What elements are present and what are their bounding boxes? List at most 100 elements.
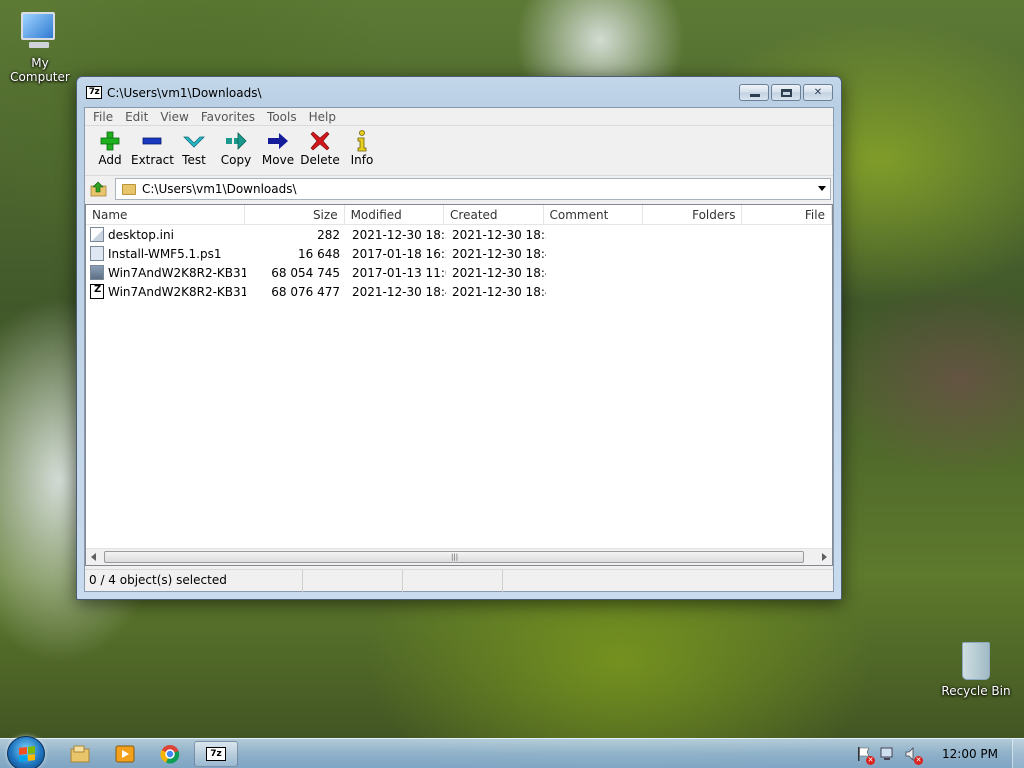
- close-icon: ✕: [813, 87, 823, 98]
- column-header-created[interactable]: Created: [444, 205, 544, 225]
- start-button[interactable]: [7, 736, 45, 768]
- flag-warning-icon[interactable]: ✕: [856, 746, 875, 765]
- media-player-icon: [115, 745, 135, 763]
- table-row[interactable]: desktop.ini 282 2021-12-30 18:34 2021-12…: [86, 225, 832, 244]
- minimize-button[interactable]: [739, 84, 769, 101]
- table-row[interactable]: Install-WMF5.1.ps1 16 648 2017-01-18 16:…: [86, 244, 832, 263]
- taskbar-chrome[interactable]: [148, 741, 192, 767]
- horizontal-scrollbar[interactable]: |||: [86, 548, 832, 565]
- address-input[interactable]: C:\Users\vm1\Downloads\: [115, 178, 831, 200]
- column-header-modified[interactable]: Modified: [345, 205, 445, 225]
- add-label: Add: [98, 153, 122, 167]
- file-size: 282: [317, 227, 340, 242]
- menu-favorites[interactable]: Favorites: [195, 108, 261, 125]
- menu-tools[interactable]: Tools: [261, 108, 303, 125]
- copy-button[interactable]: Copy: [215, 129, 257, 175]
- x-icon: [299, 129, 341, 153]
- list-header: Name Size Modified Created Comment Folde…: [86, 205, 832, 225]
- msu-file-icon: [90, 265, 104, 280]
- test-label: Test: [182, 153, 206, 167]
- file-created: 2021-12-30 18:40: [452, 265, 546, 280]
- recycle-bin-icon: [958, 636, 994, 682]
- scroll-left-icon[interactable]: [91, 553, 96, 561]
- taskbar-media-player[interactable]: [103, 741, 147, 767]
- 7z-archive-icon: [90, 284, 104, 299]
- info-button[interactable]: Info: [341, 129, 383, 175]
- window-client: File Edit View Favorites Tools Help Add …: [84, 107, 834, 592]
- file-created: 2021-12-30 18:40: [452, 284, 546, 299]
- column-header-size[interactable]: Size: [245, 205, 345, 225]
- taskbar: 7z ✕ ✕ 12:00 PM: [0, 736, 1024, 768]
- menu-help[interactable]: Help: [303, 108, 342, 125]
- selection-status: 0 / 4 object(s) selected: [85, 570, 303, 592]
- network-warning-icon[interactable]: [880, 746, 896, 762]
- dropdown-arrow-icon[interactable]: [818, 186, 826, 191]
- status-cell: [303, 570, 403, 592]
- script-file-icon: [90, 246, 104, 261]
- up-folder-icon: [90, 181, 107, 197]
- delete-button[interactable]: Delete: [299, 129, 341, 175]
- file-modified: 2021-12-30 18:40: [352, 284, 446, 299]
- desktop-icon-recycle-bin[interactable]: Recycle Bin: [936, 636, 1016, 698]
- column-header-comment[interactable]: Comment: [544, 205, 643, 225]
- double-arrow-right-icon: [215, 129, 257, 153]
- volume-muted-icon[interactable]: ✕: [904, 746, 923, 765]
- 7zip-icon: 7z: [206, 747, 226, 761]
- menu-edit[interactable]: Edit: [119, 108, 154, 125]
- scroll-right-icon[interactable]: [822, 553, 827, 561]
- address-path: C:\Users\vm1\Downloads\: [142, 182, 297, 196]
- taskbar-7zip[interactable]: 7z: [194, 741, 238, 767]
- explorer-icon: [70, 745, 90, 763]
- computer-icon: [17, 8, 63, 54]
- file-manager-window: 7z C:\Users\vm1\Downloads\ ✕ File Edit V…: [76, 76, 842, 600]
- delete-label: Delete: [300, 153, 340, 167]
- test-button[interactable]: Test: [173, 129, 215, 175]
- show-desktop-button[interactable]: [1012, 739, 1024, 768]
- move-label: Move: [261, 153, 295, 167]
- taskbar-explorer[interactable]: [58, 741, 102, 767]
- file-modified: 2017-01-13 11:07: [352, 265, 446, 280]
- file-created: 2021-12-30 18:40: [452, 246, 546, 261]
- info-icon: [341, 129, 383, 153]
- title-bar[interactable]: 7z C:\Users\vm1\Downloads\ ✕: [77, 77, 841, 107]
- info-label: Info: [350, 153, 374, 167]
- up-folder-button[interactable]: [87, 178, 111, 200]
- ini-file-icon: [90, 227, 104, 242]
- menu-view[interactable]: View: [154, 108, 194, 125]
- add-button[interactable]: Add: [89, 129, 131, 175]
- minus-icon: [131, 129, 173, 153]
- minimize-icon: [750, 94, 760, 97]
- file-modified: 2017-01-18 16:25: [352, 246, 446, 261]
- maximize-button[interactable]: [771, 84, 801, 101]
- clock[interactable]: 12:00 PM: [942, 747, 998, 761]
- system-tray: ✕ ✕ 12:00 PM: [856, 739, 1024, 768]
- file-name: Win7AndW2K8R2-KB31...: [108, 265, 246, 280]
- maximize-icon: [781, 89, 792, 97]
- extract-button[interactable]: Extract: [131, 129, 174, 175]
- column-header-files[interactable]: File: [742, 205, 832, 225]
- extract-label: Extract: [131, 153, 174, 167]
- file-name: desktop.ini: [108, 227, 174, 242]
- folder-icon: [122, 183, 136, 195]
- plus-icon: [89, 129, 131, 153]
- close-button[interactable]: ✕: [803, 84, 833, 101]
- table-row[interactable]: Win7AndW2K8R2-KB31... 68 076 477 2021-12…: [86, 282, 832, 301]
- file-list[interactable]: Name Size Modified Created Comment Folde…: [85, 204, 833, 566]
- table-row[interactable]: Win7AndW2K8R2-KB31... 68 054 745 2017-01…: [86, 263, 832, 282]
- menu-file[interactable]: File: [87, 108, 119, 125]
- file-created: 2021-12-30 18:34: [452, 227, 546, 242]
- move-button[interactable]: Move: [257, 129, 299, 175]
- scrollbar-thumb[interactable]: |||: [104, 551, 804, 563]
- column-header-folders[interactable]: Folders: [643, 205, 743, 225]
- toolbar: Add Extract Test Copy Move Delete Info: [85, 126, 833, 176]
- file-size: 16 648: [298, 246, 340, 261]
- desktop-icon-label: Recycle Bin: [941, 684, 1011, 698]
- desktop-icon-my-computer[interactable]: My Computer: [0, 8, 80, 84]
- arrow-right-icon: [257, 129, 299, 153]
- status-cell: [403, 570, 503, 592]
- check-icon: [173, 129, 215, 153]
- column-header-name[interactable]: Name: [86, 205, 246, 225]
- menu-bar: File Edit View Favorites Tools Help: [85, 108, 833, 126]
- copy-label: Copy: [220, 153, 252, 167]
- 7zip-app-icon[interactable]: 7z: [86, 86, 102, 99]
